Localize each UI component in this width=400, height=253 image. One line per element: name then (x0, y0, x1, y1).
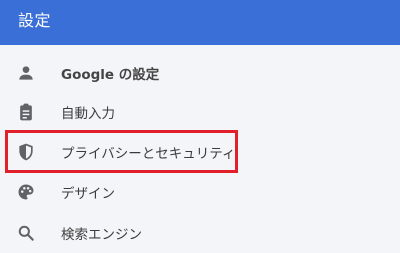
person-icon (16, 63, 36, 83)
menu-item-label: プライバシーとセキュリティ (61, 146, 236, 162)
menu-item-privacy-security[interactable]: プライバシーとセキュリティ (0, 132, 400, 172)
menu-item-appearance[interactable]: デザイン (0, 172, 400, 212)
page-title: 設定 (18, 10, 52, 30)
clipboard-icon (16, 102, 36, 122)
shield-icon (16, 142, 36, 162)
menu-item-label: 自動入力 (61, 106, 115, 122)
menu-item-label: Google の設定 (61, 67, 160, 83)
menu-item-label: デザイン (61, 186, 115, 202)
palette-icon (16, 182, 36, 202)
menu-item-autofill[interactable]: 自動入力 (0, 92, 400, 132)
menu-item-google-settings[interactable]: Google の設定 (0, 53, 400, 93)
menu-item-search-engine[interactable]: 検索エンジン (0, 213, 400, 253)
menu-item-label: 検索エンジン (61, 227, 142, 243)
settings-header: 設定 (0, 0, 400, 45)
search-icon (16, 223, 36, 243)
